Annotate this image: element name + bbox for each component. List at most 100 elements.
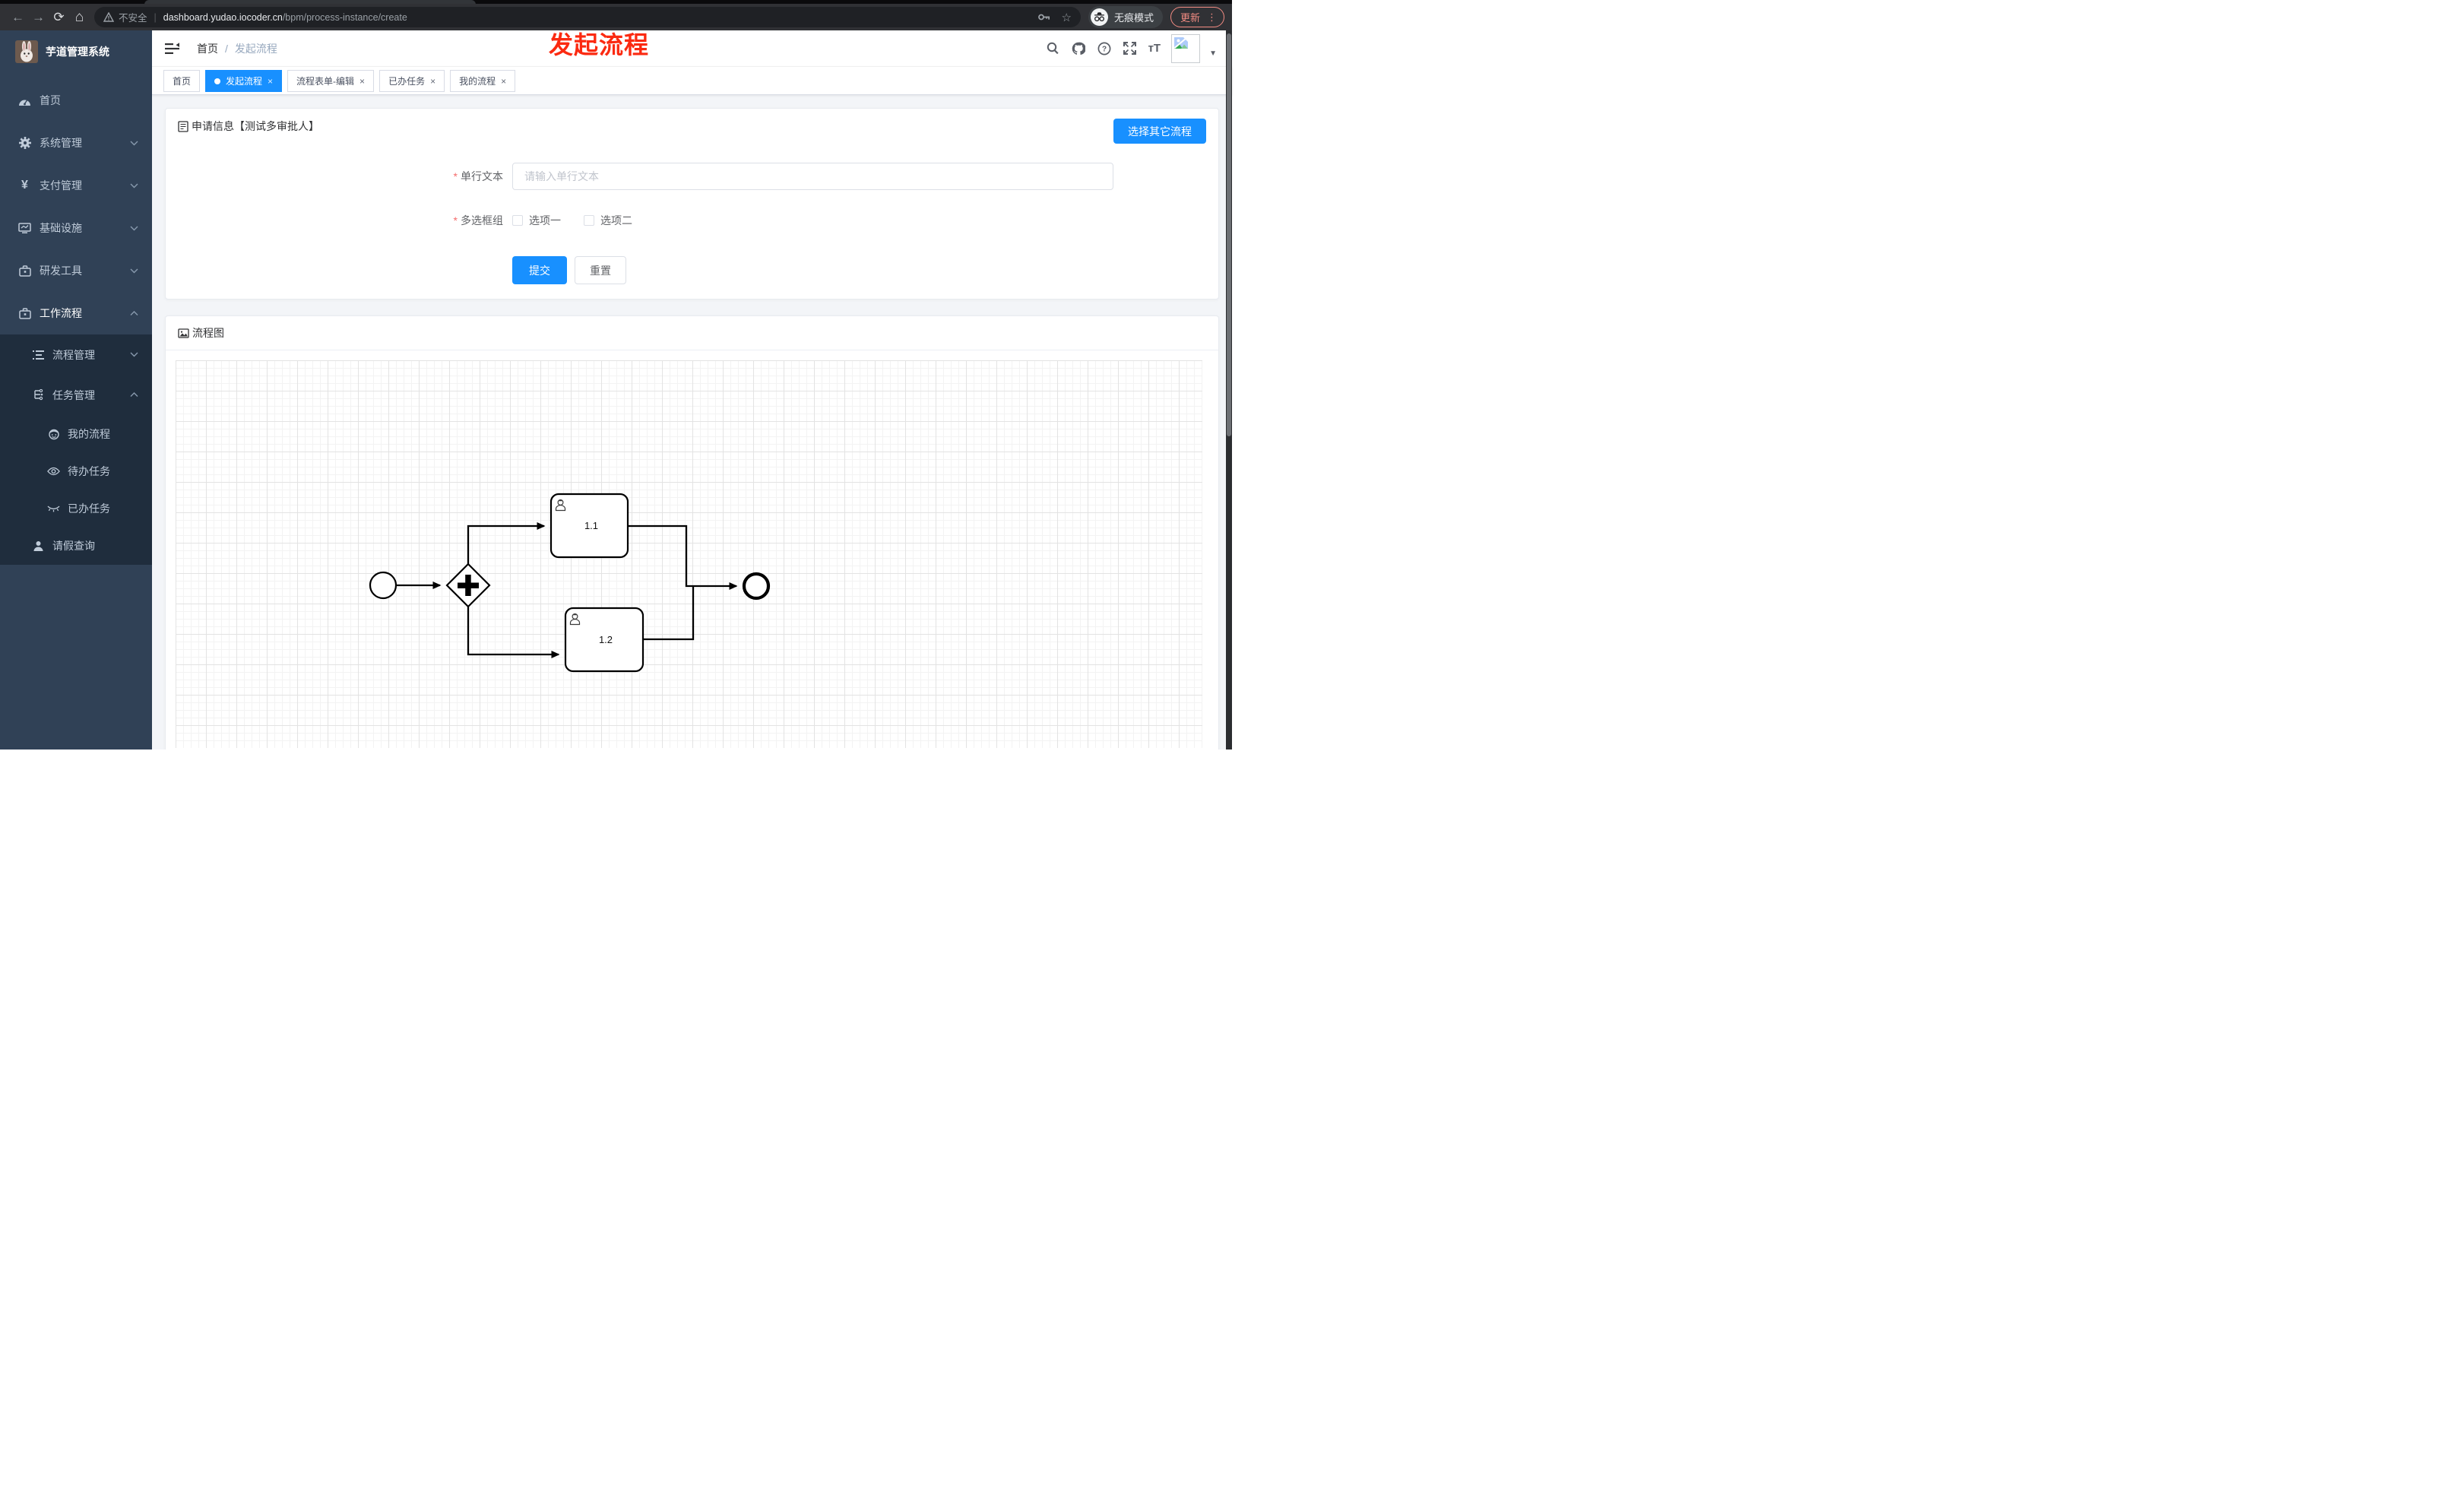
address-bar[interactable]: 不安全 | dashboard.yudao.iocoder.cn/bpm/pro… bbox=[94, 7, 1081, 27]
option-one-checkbox[interactable] bbox=[512, 215, 523, 226]
reset-button[interactable]: 重置 bbox=[575, 256, 626, 284]
required-mark: * bbox=[453, 170, 458, 182]
bpmn-start-event[interactable] bbox=[369, 571, 397, 600]
bookmark-star-icon[interactable]: ☆ bbox=[1062, 11, 1072, 24]
update-button[interactable]: 更新 ⋮ bbox=[1170, 7, 1224, 27]
home-icon[interactable]: ⌂ bbox=[69, 9, 90, 26]
sidebar-item-label: 流程管理 bbox=[52, 348, 95, 361]
breadcrumb: 首页 / 发起流程 bbox=[197, 41, 277, 56]
sidebar-item-home[interactable]: 首页 bbox=[0, 79, 152, 122]
briefcase-icon bbox=[18, 307, 31, 319]
task-label: 1.1 bbox=[584, 520, 598, 531]
app-logo-image bbox=[15, 40, 38, 63]
select-other-process-button[interactable]: 选择其它流程 bbox=[1113, 119, 1206, 144]
help-icon[interactable]: ? bbox=[1097, 42, 1111, 55]
sidebar-item-workflow[interactable]: 工作流程 bbox=[0, 292, 152, 334]
collapse-sidebar-icon[interactable] bbox=[165, 42, 179, 55]
incognito-icon bbox=[1090, 8, 1108, 26]
bpmn-parallel-gateway[interactable] bbox=[445, 563, 491, 608]
bpmn-user-task-2[interactable]: 1.2 bbox=[564, 607, 645, 673]
breadcrumb-home[interactable]: 首页 bbox=[197, 43, 218, 55]
sidebar-item-task-mgmt[interactable]: 任务管理 bbox=[0, 375, 152, 415]
image-icon bbox=[178, 328, 189, 338]
reload-icon[interactable]: ⟳ bbox=[49, 10, 69, 25]
single-line-text-input[interactable] bbox=[512, 163, 1113, 190]
sidebar-item-label: 工作流程 bbox=[40, 307, 82, 319]
submit-button[interactable]: 提交 bbox=[512, 256, 567, 284]
tab-done-tasks[interactable]: 已办任务 × bbox=[379, 70, 445, 92]
sidebar-item-label: 系统管理 bbox=[40, 137, 82, 149]
tab-form-edit[interactable]: 流程表单-编辑 × bbox=[287, 70, 375, 92]
svg-text:?: ? bbox=[1102, 45, 1107, 53]
sidebar-item-todo-tasks[interactable]: 待办任务 bbox=[0, 452, 152, 490]
browser-menu-icon[interactable]: ⋮ bbox=[1207, 11, 1217, 24]
font-size-icon[interactable]: тT bbox=[1148, 42, 1161, 55]
update-label: 更新 bbox=[1180, 12, 1200, 24]
sidebar-item-label: 支付管理 bbox=[40, 179, 82, 192]
chevron-down-icon bbox=[130, 141, 138, 145]
chevron-down-icon bbox=[130, 352, 138, 357]
forward-icon[interactable]: → bbox=[28, 10, 49, 25]
tab-close-icon[interactable]: × bbox=[268, 76, 273, 87]
bpmn-diagram: 1.1 1.2 bbox=[369, 493, 771, 673]
edge-gateway-to-task1[interactable] bbox=[467, 522, 546, 564]
sidebar-item-label: 基础设施 bbox=[40, 222, 82, 234]
required-mark: * bbox=[453, 214, 458, 227]
not-secure-warning-icon bbox=[103, 12, 114, 22]
tab-close-icon[interactable]: × bbox=[359, 76, 365, 87]
task-label: 1.2 bbox=[599, 634, 613, 645]
sidebar-item-dev-tools[interactable]: 研发工具 bbox=[0, 249, 152, 292]
diagram-card-title-row: 流程图 bbox=[178, 325, 224, 341]
sidebar-item-infrastructure[interactable]: 基础设施 bbox=[0, 207, 152, 249]
tab-my-process[interactable]: 我的流程 × bbox=[450, 70, 516, 92]
url-domain: dashboard.yudao.iocoder.cn bbox=[163, 11, 283, 23]
tab-close-icon[interactable]: × bbox=[430, 76, 435, 87]
incognito-badge: 无痕模式 bbox=[1088, 6, 1163, 28]
dashboard-icon bbox=[18, 95, 31, 106]
incognito-label: 无痕模式 bbox=[1113, 12, 1154, 24]
eye-closed-icon bbox=[47, 505, 60, 512]
page-scrollbar[interactable] bbox=[1226, 30, 1232, 750]
bpmn-canvas[interactable]: 1.1 1.2 bbox=[176, 360, 1202, 748]
sidebar-item-payment[interactable]: ¥ 支付管理 bbox=[0, 164, 152, 207]
scrollbar-thumb[interactable] bbox=[1227, 33, 1231, 436]
tab-label: 我的流程 bbox=[459, 76, 496, 87]
bpmn-user-task-1[interactable]: 1.1 bbox=[549, 493, 629, 559]
avatar-dropdown-caret-icon[interactable]: ▼ bbox=[1209, 49, 1217, 58]
chevron-up-icon bbox=[130, 392, 138, 397]
sidebar-item-done-tasks[interactable]: 已办任务 bbox=[0, 490, 152, 527]
avatar[interactable] bbox=[1171, 33, 1201, 63]
sidebar-item-process-mgmt[interactable]: 流程管理 bbox=[0, 334, 152, 375]
option-two-checkbox[interactable] bbox=[584, 215, 594, 226]
omnibox-divider: | bbox=[154, 11, 157, 23]
bpmn-end-event[interactable] bbox=[742, 572, 771, 601]
page-header: 首页 / 发起流程 ? тT ▼ bbox=[152, 30, 1232, 67]
tab-close-icon[interactable]: × bbox=[501, 76, 506, 87]
option-two-label[interactable]: 选项二 bbox=[600, 213, 632, 228]
url-path: /bpm/process-instance/create bbox=[282, 11, 407, 23]
edge-task2-to-join[interactable] bbox=[643, 586, 695, 641]
fullscreen-icon[interactable] bbox=[1123, 42, 1136, 55]
option-one-label[interactable]: 选项一 bbox=[529, 213, 561, 228]
diagram-card-title: 流程图 bbox=[192, 327, 224, 339]
breadcrumb-current: 发起流程 bbox=[234, 42, 277, 55]
sidebar-item-system[interactable]: 系统管理 bbox=[0, 122, 152, 164]
text-field-label: * 单行文本 bbox=[453, 170, 503, 182]
edge-task1-to-end[interactable] bbox=[628, 524, 738, 590]
sidebar-item-my-process[interactable]: 我的流程 bbox=[0, 415, 152, 452]
checkbox-group-label: * 多选框组 bbox=[453, 214, 503, 227]
back-icon[interactable]: ← bbox=[8, 10, 28, 25]
overlay-annotation: 发起流程 bbox=[549, 31, 650, 59]
tab-label: 发起流程 bbox=[226, 76, 263, 87]
chevron-up-icon bbox=[130, 310, 138, 315]
sidebar-item-leave-query[interactable]: 请假查询 bbox=[0, 527, 152, 565]
search-icon[interactable] bbox=[1047, 42, 1059, 55]
edge-gateway-to-task2[interactable] bbox=[467, 607, 560, 658]
password-key-icon[interactable] bbox=[1037, 13, 1051, 21]
tab-label: 流程表单-编辑 bbox=[296, 76, 355, 87]
app-logo-row[interactable]: 芋道管理系统 bbox=[0, 30, 152, 73]
github-icon[interactable] bbox=[1072, 42, 1085, 55]
tab-home[interactable]: 首页 bbox=[163, 70, 201, 92]
tab-start-process[interactable]: 发起流程 × bbox=[205, 70, 283, 92]
gear-icon bbox=[18, 137, 31, 149]
